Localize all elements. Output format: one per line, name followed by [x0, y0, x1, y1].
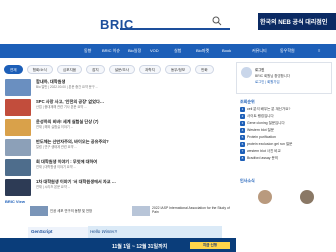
ranking-text: Gene cloning 질문입니다	[247, 121, 285, 125]
ranking-text: western blot 사진 비교	[247, 149, 281, 153]
header: BRIC 한국의 NEB 공식 대리점인	[0, 0, 336, 44]
list-item[interactable]: 윤성하의 비바! 세계 실험실 단상 (7) 연재 | 해외 실험실 이야기 .…	[5, 118, 225, 137]
rank-number: 1	[240, 107, 245, 112]
login-box: 로그인 BRIC 회원님 환영합니다 로그인 | 회원가입	[236, 62, 332, 94]
feed-desc: 연재 | 대학원생 이야기 요약 ...	[36, 165, 77, 169]
ranking-text: 사이트 랭킹입니다	[247, 114, 274, 118]
ranking-item[interactable]: 8 Bradford assay 문의	[240, 156, 278, 161]
ranking-item[interactable]: 5 Protein purification	[240, 135, 276, 140]
list-item[interactable]: 함내하, 대학원생 Bio 일반 | 2022.00.00 | 본문 중간 요약…	[5, 78, 225, 97]
nav-item-7[interactable]: 커뮤니티	[252, 48, 267, 54]
nav-item-2[interactable]: Bio일정	[128, 48, 141, 54]
bottom-ad-banner[interactable]: 11월 1일 ~ 12월 31일까지 지금 신청	[0, 238, 236, 252]
ranking-text: cell 분석 배우는 분 계신가요?	[247, 107, 291, 111]
genscript-text: GenScript	[31, 229, 53, 234]
thumbnail-image	[5, 159, 31, 176]
login-title: 로그인	[255, 68, 265, 72]
thumbnail-image	[5, 99, 31, 116]
list-item[interactable]: 1차 대학원생 이야기 '서 대학원생에서 자교 … 연재 | 시리즈 본문 요…	[5, 178, 225, 197]
tab-2[interactable]: 심포지움	[56, 65, 83, 74]
avatar	[241, 67, 252, 78]
rank-number: 5	[240, 135, 245, 140]
winter-ad[interactable]: Hello Winter!!	[88, 226, 222, 238]
nav-menu-icon[interactable]: ≡	[318, 48, 320, 53]
ranking-text: Western blot 질문	[247, 128, 274, 132]
list-item[interactable]: 회 대학원생 이야기 : 무엇에 대하여 연재 | 대학원생 이야기 요약 ..…	[5, 158, 225, 177]
ranking-text: Bradford assay 문의	[247, 156, 278, 160]
person-photo[interactable]	[258, 190, 272, 204]
ranking-item[interactable]: 6 protein exclusion gel run 질문	[240, 142, 292, 147]
tab-7[interactable]: 만화	[195, 65, 214, 74]
list-item[interactable]: SPC 사망 사고, '안전의 공장' 없었다… 산업 | 중대재해 관련 기사…	[5, 98, 225, 117]
ranking-item[interactable]: 1 cell 분석 배우는 분 계신가요?	[240, 107, 290, 112]
thumbnail-image	[5, 179, 31, 196]
feed-desc: 칼럼 | 연구 생태계 관련 요약 ...	[36, 145, 78, 149]
list-item[interactable]: 반도체는 산만자주의, 바이오는 공유주의? 칼럼 | 연구 생태계 관련 요약…	[5, 138, 225, 157]
search-box	[120, 15, 230, 30]
ranking-item[interactable]: 4 Western blot 질문	[240, 128, 274, 133]
ranking-text: Protein purification	[247, 135, 276, 139]
people-title: 인사소식	[240, 178, 255, 183]
news-feed: 함내하, 대학원생 Bio 일반 | 2022.00.00 | 본문 중간 요약…	[5, 78, 225, 198]
nav-item-1[interactable]: BRIC 이슈	[102, 48, 120, 54]
rank-number: 8	[240, 156, 245, 161]
nav-item-8[interactable]: 동우학원	[280, 48, 295, 54]
tab-5[interactable]: 과학지	[138, 65, 161, 74]
tab-3[interactable]: 잡지	[86, 65, 105, 74]
feed-desc: 연재 | 시리즈 본문 요약 ...	[36, 185, 71, 189]
header-ad-banner[interactable]: 한국의 NEB 공식 대리점인	[258, 13, 336, 30]
winter-text: Hello Winter!!	[90, 229, 117, 234]
bric-view-title: BRIC View	[5, 199, 25, 204]
bric-view-thumb	[132, 206, 150, 216]
feed-desc: 연재 | 해외 실험실 이야기 ...	[36, 125, 74, 129]
header-ad-text: 한국의 NEB 공식 대리점인	[260, 20, 328, 26]
bottom-ad-button[interactable]: 지금 신청	[190, 242, 230, 249]
thumbnail-image	[5, 79, 31, 96]
rank-number: 7	[240, 149, 245, 154]
bric-view-item-1[interactable]: 2022 IASP International Association for …	[152, 206, 232, 214]
feed-desc: 산업 | 중대재해 관련 기사 본문 요약 ...	[36, 105, 87, 109]
nav-item-0[interactable]: 동향	[84, 48, 91, 54]
bric-view-thumb	[30, 206, 48, 216]
bric-view-item-0[interactable]: 인공 세포 연구의 동향 및 전망	[50, 208, 92, 213]
rank-number: 3	[240, 121, 245, 126]
ranking-title: 조회순위	[240, 99, 255, 104]
thumbnail-image	[5, 139, 31, 156]
nav-item-6[interactable]: Book	[222, 48, 231, 53]
search-icon[interactable]	[212, 16, 222, 26]
person-photo[interactable]	[300, 190, 314, 204]
main-content: 연재 협회/소식 심포지움 잡지 설문/조사 과학지 동우/정보 만화 함내하,…	[0, 58, 236, 252]
ranking-text: protein exclusion gel run 질문	[247, 142, 293, 146]
tab-bar: 연재 협회/소식 심포지움 잡지 설문/조사 과학지 동우/정보 만화	[4, 65, 214, 74]
tab-6[interactable]: 동우/정보	[164, 65, 192, 74]
nav-item-5[interactable]: Bio마켓	[196, 48, 209, 54]
tab-4[interactable]: 설문/조사	[108, 65, 135, 74]
rank-number: 6	[240, 142, 245, 147]
tab-1[interactable]: 협회/소식	[26, 65, 53, 74]
ranking-item[interactable]: 7 western blot 사진 비교	[240, 149, 281, 154]
main-nav: 동향 BRIC 이슈 Bio일정 VOD 실험 Bio마켓 Book 커뮤니티 …	[0, 44, 336, 58]
nav-item-3[interactable]: VOD	[150, 48, 159, 53]
login-links[interactable]: 로그인 | 회원가입	[255, 79, 280, 84]
search-input[interactable]	[120, 17, 200, 27]
genscript-ad[interactable]: GenScript	[28, 227, 96, 238]
rank-number: 4	[240, 128, 245, 133]
ranking-item[interactable]: 2 사이트 랭킹입니다	[240, 114, 274, 119]
tab-0[interactable]: 연재	[4, 65, 23, 74]
feed-desc: Bio 일반 | 2022.00.00 | 본문 중간 요약 문구 ...	[36, 85, 99, 89]
nav-item-4[interactable]: 실험	[174, 48, 181, 54]
rank-number: 2	[240, 114, 245, 119]
bottom-ad-text: 11월 1일 ~ 12월 31일까지	[112, 244, 168, 250]
login-line1: BRIC 회원님 환영합니다	[255, 74, 290, 78]
ranking-item[interactable]: 3 Gene cloning 질문입니다	[240, 121, 285, 126]
thumbnail-image	[5, 119, 31, 136]
